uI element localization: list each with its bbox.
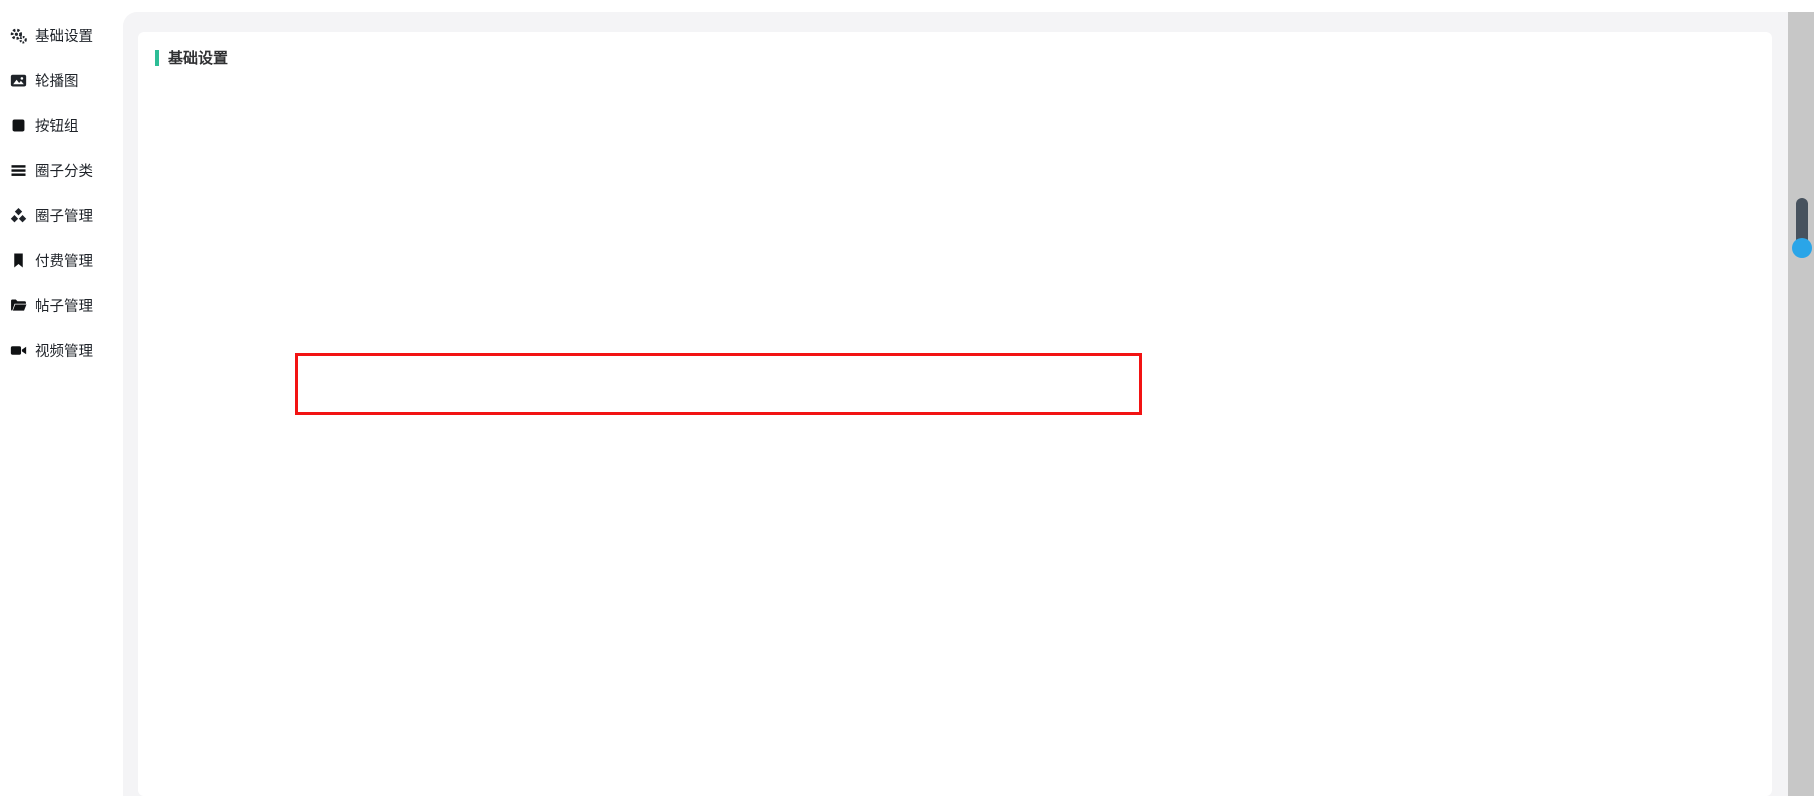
- sidebar-item-label: 圈子管理: [35, 205, 93, 226]
- section-title: 基础设置: [155, 47, 228, 68]
- sidebar-item-circle-management[interactable]: 圈子管理: [0, 193, 123, 238]
- scroll-indicator-dot[interactable]: [1792, 238, 1812, 258]
- sidebar-item-label: 轮播图: [35, 70, 79, 91]
- sidebar-item-label: 付费管理: [35, 250, 93, 271]
- sidebar-item-label: 视频管理: [35, 340, 93, 361]
- sidebar-item-paid-management[interactable]: 付费管理: [0, 238, 123, 283]
- sidebar-item-video-management[interactable]: 视频管理: [0, 328, 123, 373]
- sidebar-item-basic-settings[interactable]: 基础设置: [0, 13, 123, 58]
- sidebar-item-circle-category[interactable]: 圈子分类: [0, 148, 123, 193]
- sidebar-item-button-group[interactable]: 按钮组: [0, 103, 123, 148]
- gears-icon: [10, 27, 27, 44]
- sidebar-item-label: 帖子管理: [35, 295, 93, 316]
- folder-icon: [10, 297, 27, 314]
- settings-card: 基础设置: [138, 32, 1772, 796]
- scrollbar-track[interactable]: [1788, 12, 1814, 796]
- title-accent-bar: [155, 50, 159, 66]
- image-icon: [10, 72, 27, 89]
- sidebar-item-label: 基础设置: [35, 25, 93, 46]
- sidebar-item-post-management[interactable]: 帖子管理: [0, 283, 123, 328]
- list-icon: [10, 162, 27, 179]
- bookmark-icon: [10, 252, 27, 269]
- page-title: 基础设置: [168, 47, 228, 68]
- sidebar: 基础设置轮播图按钮组圈子分类圈子管理付费管理帖子管理视频管理: [0, 0, 123, 796]
- sidebar-item-carousel[interactable]: 轮播图: [0, 58, 123, 103]
- sidebar-item-label: 圈子分类: [35, 160, 93, 181]
- sidebar-item-label: 按钮组: [35, 115, 79, 136]
- app-window: 基础设置轮播图按钮组圈子分类圈子管理付费管理帖子管理视频管理 基础设置 插件开启…: [0, 0, 1814, 796]
- cubes-icon: [10, 207, 27, 224]
- square-icon: [10, 117, 27, 134]
- video-icon: [10, 342, 27, 359]
